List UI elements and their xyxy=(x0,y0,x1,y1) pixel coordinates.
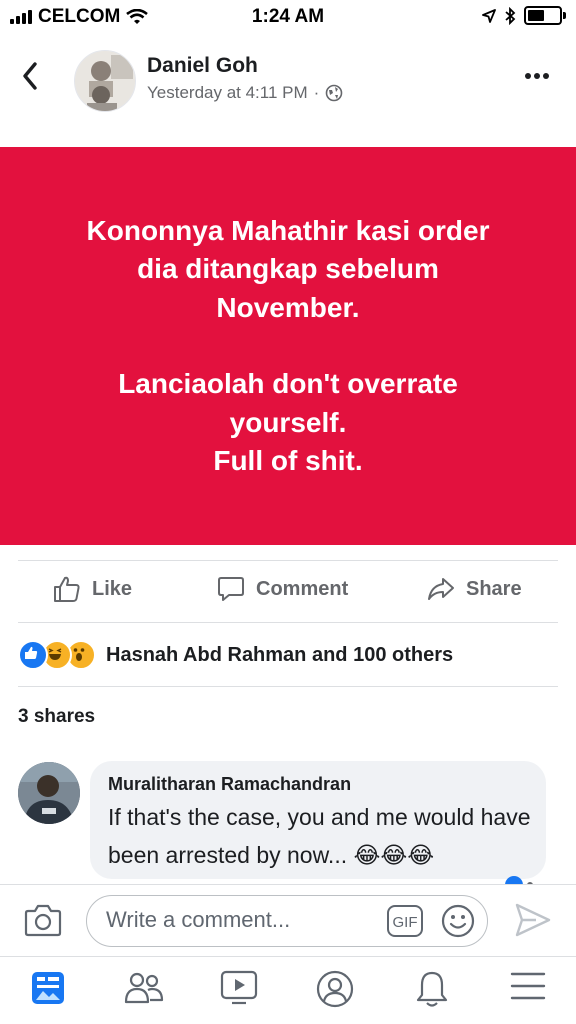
comment-text: If that's the case, you and me would hav… xyxy=(108,804,531,868)
share-label: Share xyxy=(466,577,522,600)
comment-placeholder: Write a comment... xyxy=(106,907,291,932)
reactions-label: Hasnah Abd Rahman and 100 others xyxy=(106,643,454,666)
post-line: dia ditangkap sebelum xyxy=(137,253,439,284)
gif-icon[interactable]: GIF xyxy=(386,904,424,938)
status-bar: CELCOM 1:24 AM xyxy=(0,0,576,34)
meta-separator: · xyxy=(313,83,320,102)
share-button[interactable]: Share xyxy=(426,574,522,604)
notifications-icon[interactable] xyxy=(414,970,450,1008)
globe-icon xyxy=(326,84,343,102)
post-line: November. xyxy=(216,291,360,323)
bluetooth-icon xyxy=(505,6,516,25)
post-text: Kononnya Mahathir kasi order dia ditangk… xyxy=(28,212,548,481)
send-icon[interactable] xyxy=(514,902,552,938)
menu-icon[interactable] xyxy=(510,970,546,1002)
author-avatar[interactable] xyxy=(74,50,136,112)
share-arrow-icon xyxy=(428,578,454,600)
like-icon xyxy=(18,640,48,670)
divider xyxy=(18,560,558,561)
post-line: yourself. xyxy=(229,406,347,438)
like-button[interactable]: Like xyxy=(52,574,132,604)
divider xyxy=(18,686,558,687)
svg-text:GIF: GIF xyxy=(393,914,418,931)
watch-icon[interactable] xyxy=(220,970,258,1006)
shares-count[interactable]: 3 shares xyxy=(18,706,95,728)
post-line: Kononnya Mahathir kasi order xyxy=(86,214,490,246)
divider xyxy=(18,622,558,623)
status-right xyxy=(482,6,566,25)
post-author-name[interactable]: Daniel Goh xyxy=(147,54,258,78)
more-options-icon[interactable] xyxy=(524,72,550,80)
battery-icon xyxy=(524,6,566,25)
comment-button[interactable]: Comment xyxy=(216,574,348,604)
commenter-name[interactable]: Muralitharan Ramachandran xyxy=(108,774,351,795)
composer-divider xyxy=(0,884,576,885)
comment-icon xyxy=(218,577,244,601)
like-label: Like xyxy=(92,577,133,600)
news-feed-icon[interactable] xyxy=(30,970,66,1006)
back-arrow-icon[interactable] xyxy=(22,62,38,90)
emoji-icon[interactable] xyxy=(440,903,476,939)
post-line: Full of shit. xyxy=(213,445,363,476)
profile-icon[interactable] xyxy=(316,970,354,1008)
tabbar-divider xyxy=(0,956,576,957)
friends-icon[interactable] xyxy=(124,970,164,1006)
location-arrow-icon xyxy=(482,8,496,23)
post-meta: Yesterday at 4:11 PM · xyxy=(147,83,343,103)
camera-icon[interactable] xyxy=(24,902,62,938)
post-timestamp[interactable]: Yesterday at 4:11 PM xyxy=(147,83,308,103)
reactions-summary[interactable]: Hasnah Abd Rahman and 100 others xyxy=(18,640,453,670)
thumbs-up-icon xyxy=(54,576,80,602)
commenter-avatar[interactable] xyxy=(18,762,80,824)
post-line: Lanciaolah don't overrate xyxy=(118,368,458,399)
post-content-background: Kononnya Mahathir kasi order dia ditangk… xyxy=(0,147,576,545)
comment-label: Comment xyxy=(256,577,349,600)
